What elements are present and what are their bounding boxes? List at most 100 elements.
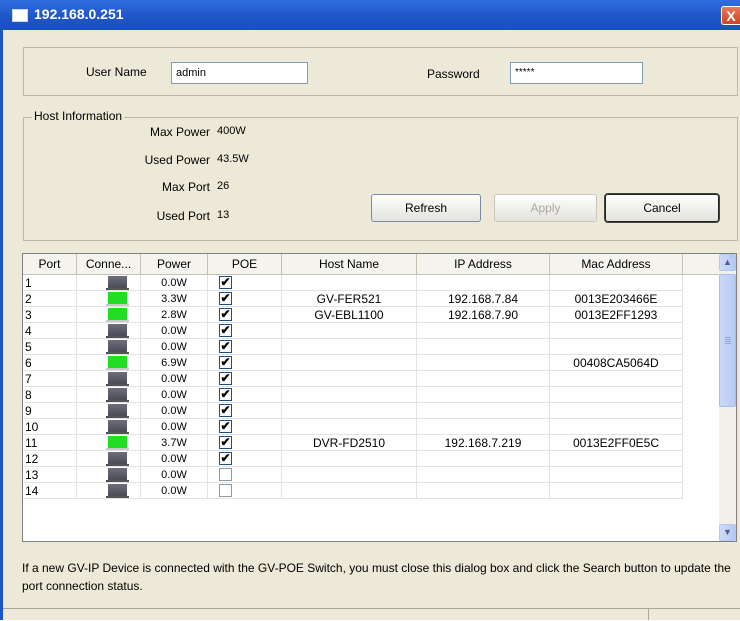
host-information-legend: Host Information	[32, 109, 125, 123]
table-row[interactable]: 2 3.3W ✔ GV-FER521 192.168.7.84 0013E203466E	[23, 291, 719, 307]
ip-address-cell	[417, 467, 550, 483]
host-name-cell	[282, 483, 417, 499]
table-row[interactable]: 3 2.8W ✔ GV-EBL1100 192.168.7.90 0013E2FF1293	[23, 307, 719, 323]
table-row[interactable]: 10 0.0W ✔	[23, 419, 719, 435]
table-row[interactable]: 4 0.0W ✔	[23, 323, 719, 339]
poe-checkbox[interactable]: ✔	[219, 340, 232, 353]
connected-port-icon	[106, 436, 129, 450]
scroll-thumb[interactable]	[719, 274, 736, 407]
ip-address-cell: 192.168.7.90	[417, 307, 550, 323]
port-table[interactable]: Port Conne... Power POE Host Name IP Add…	[22, 253, 737, 542]
window-title: 192.168.0.251	[34, 6, 124, 22]
status-bar-divider	[648, 608, 649, 620]
table-row[interactable]: 7 0.0W ✔	[23, 371, 719, 387]
connection-cell	[77, 275, 141, 291]
host-name-cell: GV-EBL1100	[282, 307, 417, 323]
poe-checkbox[interactable]: ✔	[219, 276, 232, 289]
host-name-cell: DVR-FD2510	[282, 435, 417, 451]
mac-address-cell	[550, 467, 683, 483]
used-power-value: 43.5W	[217, 153, 249, 165]
table-row[interactable]: 9 0.0W ✔	[23, 403, 719, 419]
disconnected-port-icon	[106, 468, 129, 482]
poe-checkbox[interactable]: ✔	[219, 324, 232, 337]
table-row[interactable]: 12 0.0W ✔	[23, 451, 719, 467]
apply-button[interactable]: Apply	[494, 194, 597, 222]
poe-cell: ✔	[208, 323, 282, 339]
power-cell: 0.0W	[141, 419, 208, 435]
power-cell: 0.0W	[141, 323, 208, 339]
port-cell: 12	[23, 451, 77, 467]
mac-address-cell	[550, 451, 683, 467]
connected-port-icon	[106, 356, 129, 370]
connected-port-icon	[106, 292, 129, 306]
password-field[interactable]: *****	[510, 62, 643, 84]
power-cell: 0.0W	[141, 467, 208, 483]
mac-address-cell	[550, 323, 683, 339]
ip-address-cell	[417, 371, 550, 387]
column-header-mac-address[interactable]: Mac Address	[550, 254, 683, 274]
ip-address-cell: 192.168.7.219	[417, 435, 550, 451]
poe-checkbox[interactable]	[219, 468, 232, 481]
table-header: Port Conne... Power POE Host Name IP Add…	[23, 254, 719, 275]
table-row[interactable]: 11 3.7W ✔ DVR-FD2510 192.168.7.219 0013E2FF0E…	[23, 435, 719, 451]
mac-address-cell	[550, 371, 683, 387]
column-header-connection[interactable]: Conne...	[77, 254, 141, 274]
disconnected-port-icon	[106, 340, 129, 354]
poe-cell: ✔	[208, 419, 282, 435]
scroll-up-arrow-icon[interactable]: ▲	[719, 254, 736, 271]
poe-checkbox[interactable]	[219, 484, 232, 497]
max-power-label: Max Power	[149, 125, 210, 139]
connection-cell	[77, 435, 141, 451]
poe-checkbox[interactable]: ✔	[219, 436, 232, 449]
refresh-button[interactable]: Refresh	[371, 194, 481, 222]
poe-cell: ✔	[208, 387, 282, 403]
scroll-down-arrow-icon[interactable]: ▼	[719, 524, 736, 541]
mac-address-cell: 0013E2FF0E5C	[550, 435, 683, 451]
column-header-host-name[interactable]: Host Name	[282, 254, 417, 274]
close-button[interactable]: X	[721, 6, 740, 25]
poe-checkbox[interactable]: ✔	[219, 372, 232, 385]
window-icon	[12, 9, 28, 22]
port-cell: 3	[23, 307, 77, 323]
poe-checkbox[interactable]: ✔	[219, 292, 232, 305]
mac-address-cell	[550, 387, 683, 403]
host-name-cell	[282, 467, 417, 483]
used-port-value: 13	[217, 209, 230, 221]
poe-checkbox[interactable]: ✔	[219, 356, 232, 369]
power-cell: 0.0W	[141, 371, 208, 387]
mac-address-cell	[550, 403, 683, 419]
column-header-power[interactable]: Power	[141, 254, 208, 274]
ip-address-cell	[417, 451, 550, 467]
power-cell: 3.7W	[141, 435, 208, 451]
column-header-port[interactable]: Port	[23, 254, 77, 274]
port-cell: 11	[23, 435, 77, 451]
port-cell: 2	[23, 291, 77, 307]
column-header-ip-address[interactable]: IP Address	[417, 254, 550, 274]
poe-checkbox[interactable]: ✔	[219, 308, 232, 321]
port-cell: 14	[23, 483, 77, 499]
host-name-cell	[282, 451, 417, 467]
max-port-value: 26	[217, 180, 230, 192]
disconnected-port-icon	[106, 452, 129, 466]
table-row[interactable]: 6 6.9W ✔ 00408CA5064D	[23, 355, 719, 371]
vertical-scrollbar[interactable]: ▲ ▼	[719, 254, 736, 541]
title-bar[interactable]: 192.168.0.251 X	[0, 0, 740, 30]
table-row[interactable]: 1 0.0W ✔	[23, 275, 719, 291]
table-row[interactable]: 14 0.0W	[23, 483, 719, 499]
table-row[interactable]: 8 0.0W ✔	[23, 387, 719, 403]
poe-checkbox[interactable]: ✔	[219, 420, 232, 433]
port-cell: 10	[23, 419, 77, 435]
poe-checkbox[interactable]: ✔	[219, 404, 232, 417]
ip-address-cell	[417, 419, 550, 435]
poe-checkbox[interactable]: ✔	[219, 452, 232, 465]
max-port-label: Max Port	[161, 180, 210, 194]
disconnected-port-icon	[106, 388, 129, 402]
poe-checkbox[interactable]: ✔	[219, 388, 232, 401]
port-cell: 7	[23, 371, 77, 387]
user-name-field[interactable]: admin	[171, 62, 308, 84]
column-header-poe[interactable]: POE	[208, 254, 282, 274]
cancel-button[interactable]: Cancel	[604, 193, 720, 223]
table-row[interactable]: 5 0.0W ✔	[23, 339, 719, 355]
mac-address-cell	[550, 275, 683, 291]
table-row[interactable]: 13 0.0W	[23, 467, 719, 483]
